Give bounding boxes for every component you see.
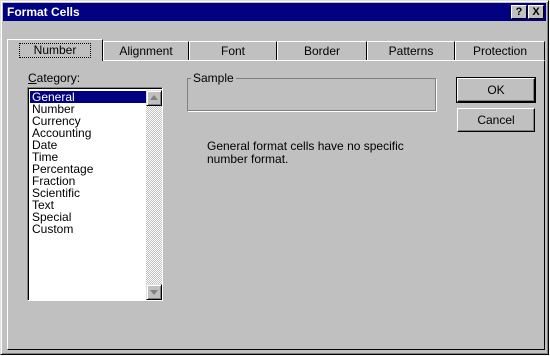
category-item-custom[interactable]: Custom xyxy=(30,223,146,235)
help-button[interactable]: ? xyxy=(511,5,527,19)
format-cells-dialog: Format Cells ? X Number Alignment Font B… xyxy=(0,0,549,355)
category-label: Category: xyxy=(28,71,81,85)
scroll-down-button[interactable] xyxy=(146,284,162,300)
tab-font[interactable]: Font xyxy=(189,41,277,61)
tab-patterns[interactable]: Patterns xyxy=(367,41,455,61)
tab-alignment[interactable]: Alignment xyxy=(103,41,189,61)
up-arrow-icon xyxy=(150,95,158,100)
close-button[interactable]: X xyxy=(528,5,544,19)
tab-number[interactable]: Number xyxy=(7,39,103,61)
tab-protection[interactable]: Protection xyxy=(455,41,545,61)
tab-border[interactable]: Border xyxy=(277,41,367,61)
category-scrollbar[interactable] xyxy=(146,90,162,300)
scroll-up-button[interactable] xyxy=(146,90,162,106)
sample-label: Sample xyxy=(191,71,236,85)
down-arrow-icon xyxy=(150,290,158,295)
format-description: General format cells have no specific nu… xyxy=(207,139,404,166)
tab-strip: Number Alignment Font Border Patterns Pr… xyxy=(7,39,545,61)
tab-number-label: Number xyxy=(18,43,92,58)
category-listbox[interactable]: General Number Currency Accounting Date … xyxy=(27,87,163,301)
ok-button[interactable]: OK xyxy=(456,77,536,103)
cancel-button[interactable]: Cancel xyxy=(457,108,535,132)
title-bar[interactable]: Format Cells ? X xyxy=(3,3,546,21)
window-title: Format Cells xyxy=(7,5,80,19)
category-list: General Number Currency Accounting Date … xyxy=(30,91,146,235)
